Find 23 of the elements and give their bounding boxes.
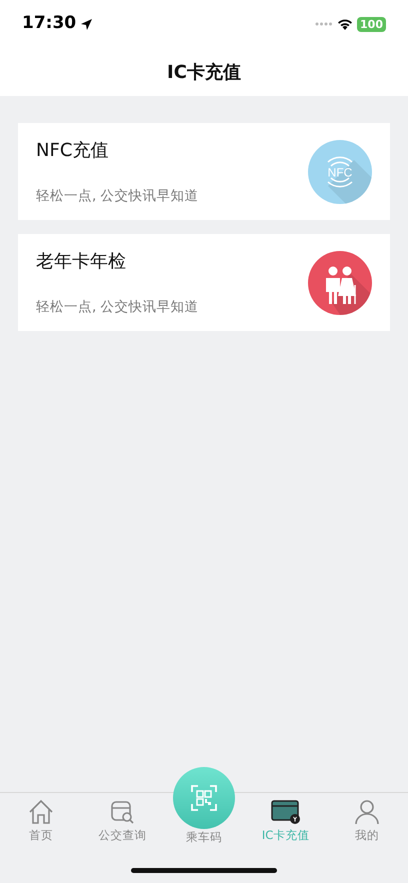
signal-icon xyxy=(315,22,334,26)
bus-search-icon xyxy=(109,799,136,825)
card-title: 老年卡年检 xyxy=(36,250,127,274)
card-title: NFC充值 xyxy=(36,139,110,163)
feature-card[interactable]: 老年卡年检 轻松一点, 公交快讯早知道 xyxy=(18,234,390,331)
tab-item[interactable]: IC卡充值 xyxy=(244,799,326,844)
qr-code-icon xyxy=(190,784,218,812)
page-title: IC卡充值 xyxy=(167,60,241,84)
tab-item[interactable]: 公交查询 xyxy=(82,799,164,844)
card-subtitle: 轻松一点, 公交快讯早知道 xyxy=(36,187,199,206)
card-subtitle: 轻松一点, 公交快讯早知道 xyxy=(36,298,199,317)
nfc-icon: NFC xyxy=(308,140,372,204)
wifi-icon xyxy=(337,18,354,30)
tab-item[interactable]: 我的 xyxy=(326,799,408,844)
tab-item[interactable]: 乘车码 xyxy=(163,767,245,846)
location-icon xyxy=(80,18,94,30)
tab-item[interactable]: 首页 xyxy=(0,799,82,844)
home-icon xyxy=(28,799,54,825)
person-icon xyxy=(354,799,380,825)
card-payment-icon xyxy=(270,799,301,825)
status-time: 17:30 xyxy=(22,12,76,36)
battery-level: 100 xyxy=(357,16,386,32)
feature-card[interactable]: NFC充值 轻松一点, 公交快讯早知道 NFC xyxy=(18,123,390,220)
